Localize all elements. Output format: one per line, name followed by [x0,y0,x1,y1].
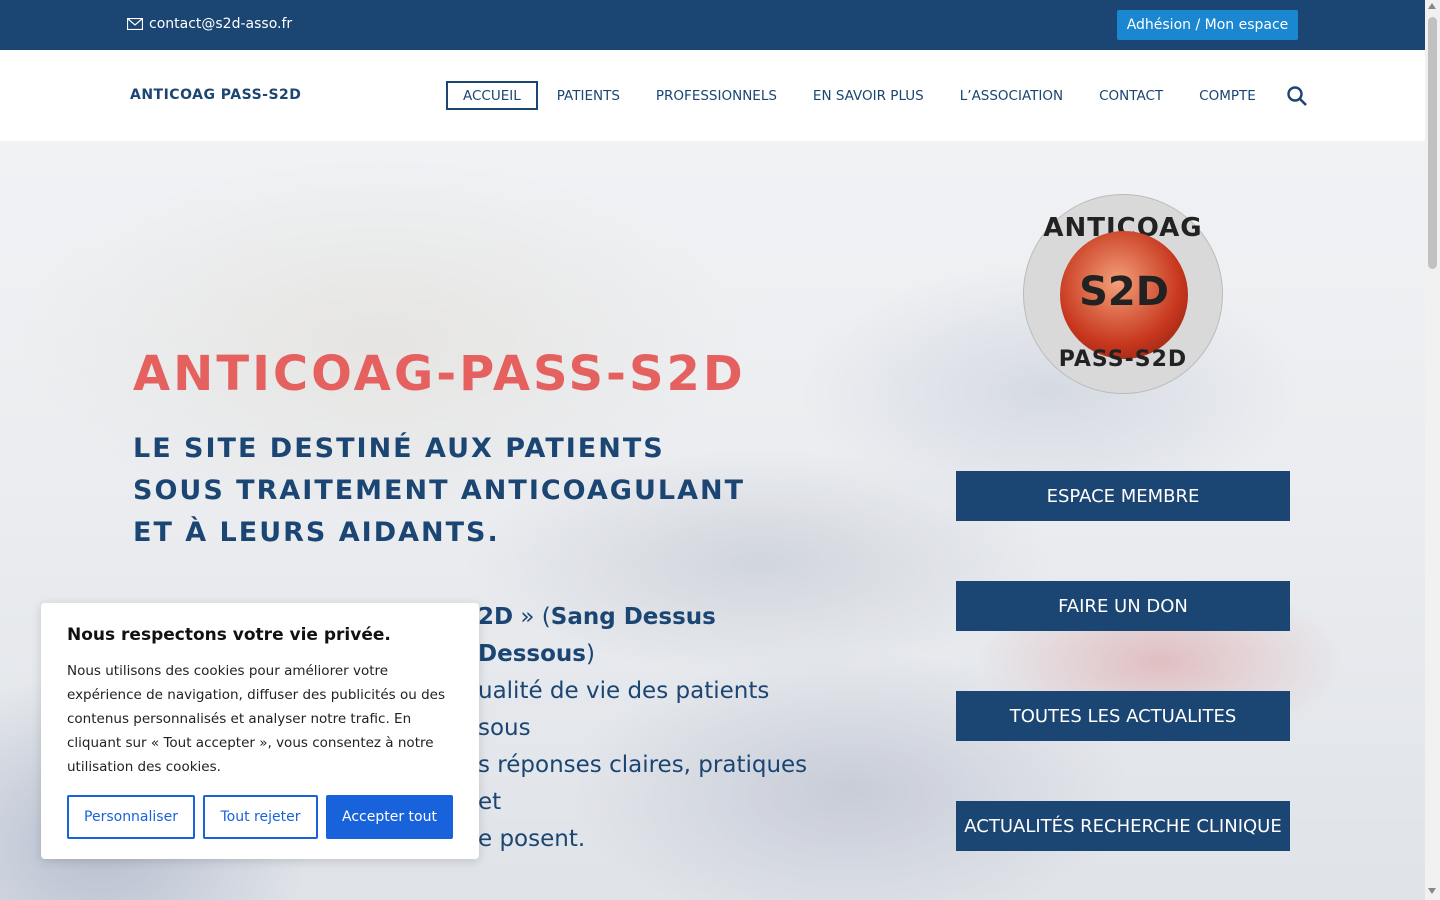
cookie-reject-button[interactable]: Tout rejeter [203,795,318,839]
nav-en-savoir-plus[interactable]: EN SAVOIR PLUS [813,81,924,110]
top-bar: contact@s2d-asso.fr Adhésion / Mon espac… [0,0,1425,50]
site-logo[interactable]: ANTICOAG PASS-S2D [130,87,301,103]
badge-center-text: S2D [1079,269,1169,315]
hero-subtitle: LE SITE DESTINÉ AUX PATIENTS SOUS TRAITE… [133,428,745,554]
hero-subtitle-line: ET À LEURS AIDANTS. [133,517,500,548]
scroll-down-arrow-icon[interactable] [1428,888,1436,894]
badge-core: S2D [1060,231,1188,359]
cookie-accept-button[interactable]: Accepter tout [326,795,453,839]
scroll-up-arrow-icon[interactable] [1428,3,1436,9]
contact-email-link[interactable]: contact@s2d-asso.fr [127,16,292,32]
hero-subtitle-line: LE SITE DESTINÉ AUX PATIENTS [133,433,665,464]
nav-professionnels[interactable]: PROFESSIONNELS [656,81,777,110]
contact-email-text: contact@s2d-asso.fr [149,16,293,32]
hero-body-span: ) [585,641,595,667]
membership-button[interactable]: Adhésion / Mon espace [1117,10,1298,40]
nav-contact[interactable]: CONTACT [1099,81,1163,110]
badge-bottom-text: PASS-S2D [1058,347,1188,372]
site-header: ANTICOAG PASS-S2D ACCUEIL PATIENTS PROFE… [0,50,1425,141]
nav-patients[interactable]: PATIENTS [557,81,620,110]
search-icon[interactable] [1286,85,1308,107]
hero-subtitle-line: SOUS TRAITEMENT ANTICOAGULANT [133,475,746,506]
cookie-consent-dialog: Nous respectons votre vie privée. Nous u… [41,603,479,859]
cookie-customize-button[interactable]: Personnaliser [67,795,195,839]
espace-membre-button[interactable]: ESPACE MEMBRE [956,471,1290,521]
nav-accueil[interactable]: ACCUEIL [446,81,538,110]
actualites-recherche-button[interactable]: ACTUALITÉS RECHERCHE CLINIQUE [956,801,1290,851]
toutes-actualites-button[interactable]: TOUTES LES ACTUALITES [956,691,1290,741]
nav-compte[interactable]: COMPTE [1199,81,1256,110]
faire-un-don-button[interactable]: FAIRE UN DON [956,581,1290,631]
page-scrollbar[interactable] [1425,0,1440,900]
nav-association[interactable]: L’ASSOCIATION [960,81,1063,110]
hero-body-bold: 2D [478,604,514,630]
cookie-title: Nous respectons votre vie privée. [67,625,391,645]
hero-title: ANTICOAG-PASS-S2D [133,346,746,402]
scrollbar-thumb[interactable] [1428,17,1437,269]
main-nav: ACCUEIL PATIENTS PROFESSIONNELS EN SAVOI… [446,81,1256,110]
envelope-icon [127,18,143,30]
hero-body-span: » ( [513,604,551,630]
cookie-text: Nous utilisons des cookies pour améliore… [67,663,445,775]
association-badge-logo: ANTICOAG S2D PASS-S2D [1024,195,1222,393]
